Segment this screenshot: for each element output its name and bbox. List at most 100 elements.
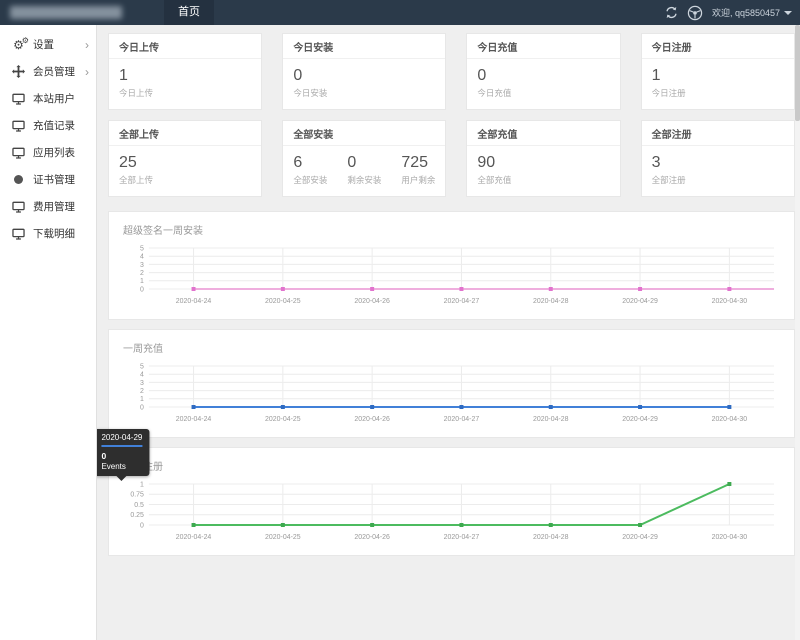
line-chart: 0123452020-04-242020-04-252020-04-262020…	[123, 363, 780, 429]
svg-text:1: 1	[140, 481, 144, 488]
stat-value: 0	[347, 154, 381, 172]
chart-title: 超级签名一周安装	[123, 222, 780, 237]
chart-panel-1: 一周充值 0123452020-04-242020-04-252020-04-2…	[108, 329, 795, 438]
gears-icon: ⚙	[13, 39, 24, 51]
svg-text:2020-04-26: 2020-04-26	[354, 298, 390, 305]
stat-card-title: 全部注册	[642, 121, 794, 146]
stat-value: 0	[293, 67, 327, 85]
sidebar-item-label: 本站用户	[33, 91, 89, 106]
stat-card-title: 今日安装	[283, 34, 445, 59]
sidebar: ⚙ 设置 › 会员管理 › 本站用户 › 充值记录 › 应用列表 › 证书管理 …	[0, 25, 97, 640]
scrollbar-thumb[interactable]	[795, 25, 800, 121]
chevron-right-icon: ›	[85, 67, 89, 77]
chevron-right-icon: ›	[85, 40, 89, 50]
stat-label: 今日安装	[293, 87, 327, 99]
sidebar-item-0[interactable]: ⚙ 设置 ›	[0, 31, 96, 58]
svg-text:2020-04-24: 2020-04-24	[176, 534, 212, 541]
stat-card-body: 0 今日安装	[283, 59, 445, 109]
svg-text:2020-04-29: 2020-04-29	[622, 416, 658, 423]
stat-value: 90	[477, 154, 511, 172]
monitor-icon	[12, 93, 25, 105]
sidebar-item-4[interactable]: 应用列表 ›	[0, 139, 96, 166]
svg-text:2020-04-25: 2020-04-25	[265, 416, 301, 423]
chart-tooltip: 2020-04-290Events	[97, 429, 149, 476]
svg-text:4: 4	[140, 372, 144, 379]
stat-label: 今日注册	[652, 87, 686, 99]
sidebar-item-3[interactable]: 充值记录 ›	[0, 112, 96, 139]
stat-card: 今日充值 0 今日充值	[466, 33, 620, 110]
tooltip-date: 2020-04-29	[101, 433, 142, 447]
tab-home[interactable]: 首页	[164, 0, 214, 25]
svg-text:2020-04-29: 2020-04-29	[622, 534, 658, 541]
svg-text:2020-04-25: 2020-04-25	[265, 534, 301, 541]
stat-card-title: 全部充值	[467, 121, 619, 146]
stat-value: 3	[652, 154, 686, 172]
svg-text:5: 5	[140, 363, 144, 370]
sidebar-item-label: 设置	[33, 37, 78, 52]
stat-card-title: 今日充值	[467, 34, 619, 59]
avatar-icon[interactable]	[687, 5, 703, 21]
stat-card: 全部充值 90 全部充值	[466, 120, 620, 197]
svg-text:0: 0	[140, 286, 144, 293]
stat-value: 1	[119, 67, 153, 85]
chart-title: 一周注册	[123, 458, 780, 473]
stat-label: 全部充值	[477, 174, 511, 186]
stat-label: 今日充值	[477, 87, 511, 99]
svg-text:2020-04-27: 2020-04-27	[444, 416, 480, 423]
sidebar-item-7[interactable]: 下载明细 ›	[0, 220, 96, 247]
svg-text:2020-04-29: 2020-04-29	[622, 298, 658, 305]
tooltip-value: 0	[101, 451, 142, 461]
stat-metric: 0 剩余安装	[347, 154, 381, 186]
stat-card-body: 3全部注册	[642, 146, 794, 196]
stat-metric: 0 今日充值	[477, 67, 511, 99]
logo-redacted	[10, 6, 122, 19]
svg-text:2020-04-30: 2020-04-30	[712, 298, 748, 305]
user-menu[interactable]: 欢迎, qq5850457	[712, 6, 792, 19]
sidebar-item-6[interactable]: 费用管理 ›	[0, 193, 96, 220]
chart-title: 一周充值	[123, 340, 780, 355]
monitor-icon	[12, 201, 25, 213]
svg-text:2: 2	[140, 270, 144, 277]
stat-card-body: 0 今日充值	[467, 59, 619, 109]
stat-card: 全部安装 6全部安装0剩余安装725用户剩余	[282, 120, 446, 197]
svg-text:2020-04-24: 2020-04-24	[176, 416, 212, 423]
svg-text:2020-04-25: 2020-04-25	[265, 298, 301, 305]
svg-text:2020-04-30: 2020-04-30	[712, 416, 748, 423]
svg-text:1: 1	[140, 278, 144, 285]
stat-label: 全部上传	[119, 174, 153, 186]
sidebar-item-5[interactable]: 证书管理 ›	[0, 166, 96, 193]
svg-text:2020-04-27: 2020-04-27	[444, 298, 480, 305]
stat-value: 0	[477, 67, 511, 85]
stat-card-title: 全部上传	[109, 121, 261, 146]
stat-metric: 1今日上传	[119, 67, 153, 99]
stat-label: 剩余安装	[347, 174, 381, 186]
svg-text:0.75: 0.75	[130, 492, 144, 499]
sidebar-item-label: 证书管理	[33, 172, 89, 187]
stat-card-body: 1今日注册	[642, 59, 794, 109]
scrollbar[interactable]	[795, 25, 800, 640]
chart-panel-0: 超级签名一周安装 0123452020-04-242020-04-252020-…	[108, 211, 795, 320]
stat-metric: 1今日注册	[652, 67, 686, 99]
caret-down-icon	[784, 11, 792, 15]
stat-label: 全部安装	[293, 174, 327, 186]
stat-label: 用户剩余	[401, 174, 435, 186]
refresh-icon[interactable]	[665, 6, 678, 19]
stat-card: 今日注册 1今日注册	[641, 33, 795, 110]
topbar-right: 欢迎, qq5850457	[665, 5, 800, 21]
svg-text:0.25: 0.25	[130, 512, 144, 519]
stat-card: 全部注册 3全部注册	[641, 120, 795, 197]
stat-metric: 6 全部安装	[293, 154, 327, 186]
monitor-icon	[12, 120, 25, 132]
sidebar-item-2[interactable]: 本站用户 ›	[0, 85, 96, 112]
stat-card-title: 全部安装	[283, 121, 445, 146]
stat-card: 今日安装 0 今日安装	[282, 33, 446, 110]
sidebar-item-label: 应用列表	[33, 145, 89, 160]
stat-cards: 今日上传 1今日上传 今日安装 0今日安装 今日充值 0今日充值 今日注册 1今…	[108, 33, 795, 197]
topbar: 首页 欢迎, qq5850457	[0, 0, 800, 25]
sidebar-item-1[interactable]: 会员管理 ›	[0, 58, 96, 85]
svg-text:2020-04-28: 2020-04-28	[533, 416, 569, 423]
main-content: 今日上传 1今日上传 今日安装 0今日安装 今日充值 0今日充值 今日注册 1今…	[97, 25, 800, 640]
svg-text:0: 0	[140, 404, 144, 411]
stat-value: 6	[293, 154, 327, 172]
sidebar-item-label: 下载明细	[33, 226, 89, 241]
